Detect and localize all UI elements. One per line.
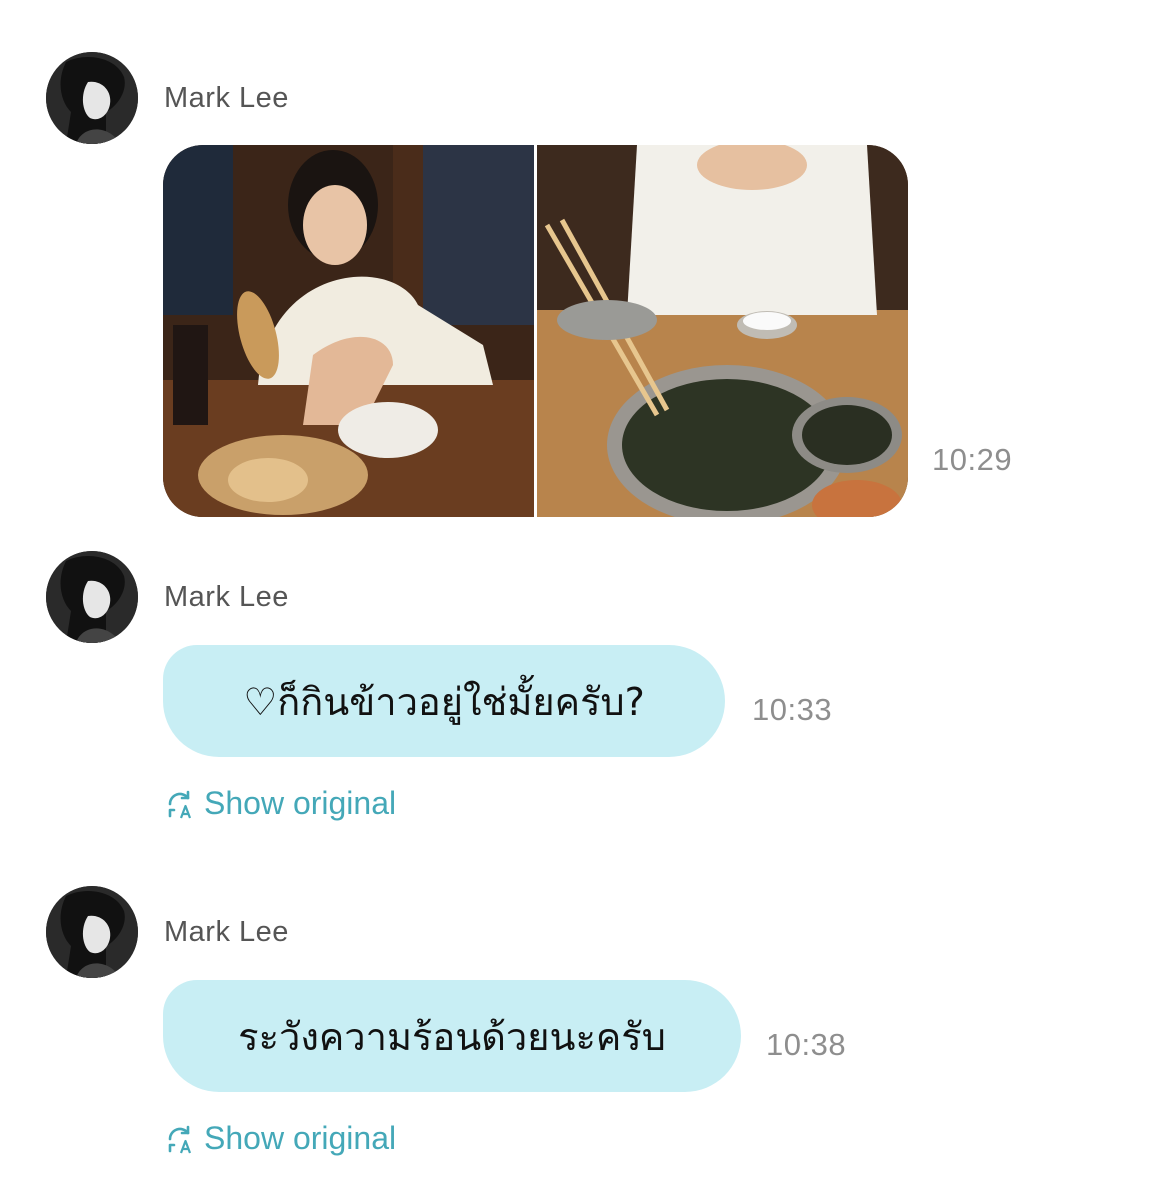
show-original-label: Show original	[204, 1120, 397, 1156]
avatar[interactable]	[46, 551, 138, 643]
avatar[interactable]	[46, 52, 138, 144]
photo-seaweed-soup[interactable]	[537, 145, 908, 517]
timestamp: 10:38	[766, 1027, 847, 1062]
message-bubble[interactable]: ♡ก็กินข้าวอยู่ใช่มั้ยครับ?	[163, 645, 725, 757]
timestamp: 10:33	[752, 692, 833, 727]
photo-bread-restaurant[interactable]	[163, 145, 534, 517]
translate-icon	[168, 1125, 192, 1153]
sender-name: Mark Lee	[164, 916, 289, 948]
sender-name: Mark Lee	[164, 581, 289, 613]
message-text: ระวังความร้อนด้วยนะครับ	[238, 1014, 666, 1059]
show-original-link[interactable]: Show original	[164, 785, 396, 822]
avatar[interactable]	[46, 886, 138, 978]
timestamp: 10:29	[932, 442, 1013, 477]
message-bubble[interactable]: ระวังความร้อนด้วยนะครับ	[163, 980, 741, 1092]
translate-icon	[168, 790, 192, 818]
message-text: ♡ก็กินข้าวอยู่ใช่มั้ยครับ?	[243, 679, 645, 724]
show-original-label: Show original	[204, 785, 397, 821]
show-original-link[interactable]: Show original	[164, 1120, 396, 1157]
photo-message[interactable]	[163, 145, 908, 517]
sender-name: Mark Lee	[164, 82, 289, 114]
